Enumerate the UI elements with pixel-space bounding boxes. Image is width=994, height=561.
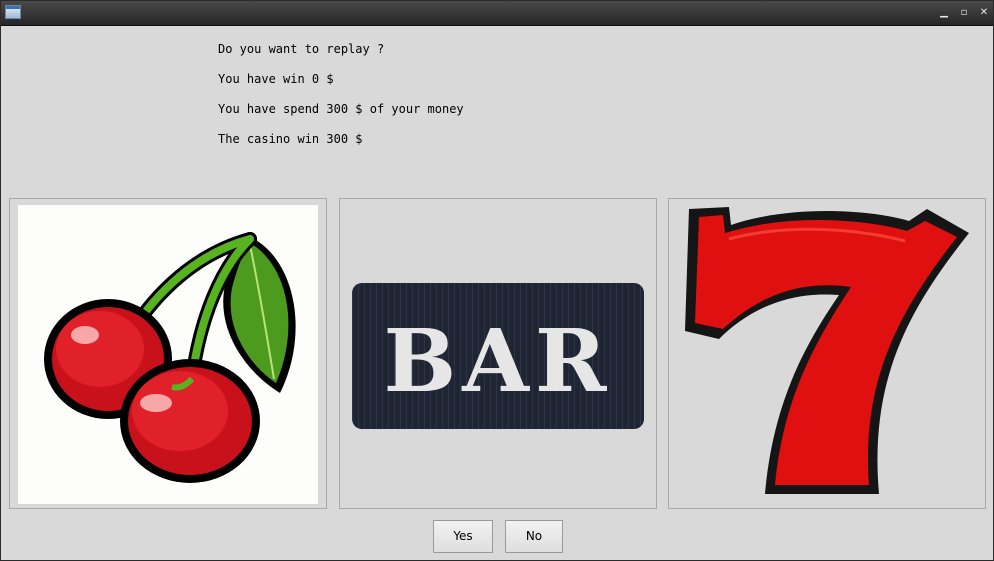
app-window: ▁ ▫ ✕ Do you want to replay ? You have w… (0, 0, 994, 561)
title-bar[interactable]: ▁ ▫ ✕ (1, 1, 993, 26)
bar-icon: BAR (352, 283, 644, 429)
win-amount-text: You have win 0 $ (218, 72, 334, 86)
cherries-icon (18, 205, 318, 504)
reel-1 (9, 198, 327, 509)
reel-3 (668, 198, 986, 509)
maximize-button[interactable]: ▫ (957, 6, 971, 20)
bar-label: BAR (384, 311, 613, 412)
no-button[interactable]: No (505, 520, 563, 553)
reel-2: BAR (339, 198, 657, 509)
minimize-button[interactable]: ▁ (937, 6, 951, 20)
close-button[interactable]: ✕ (977, 6, 991, 20)
spent-amount-text: You have spend 300 $ of your money (218, 102, 464, 116)
replay-question: Do you want to replay ? (218, 42, 385, 56)
casino-win-text: The casino win 300 $ (218, 132, 363, 146)
seven-icon (685, 207, 969, 494)
yes-button[interactable]: Yes (433, 520, 493, 553)
window-app-icon (5, 5, 21, 19)
